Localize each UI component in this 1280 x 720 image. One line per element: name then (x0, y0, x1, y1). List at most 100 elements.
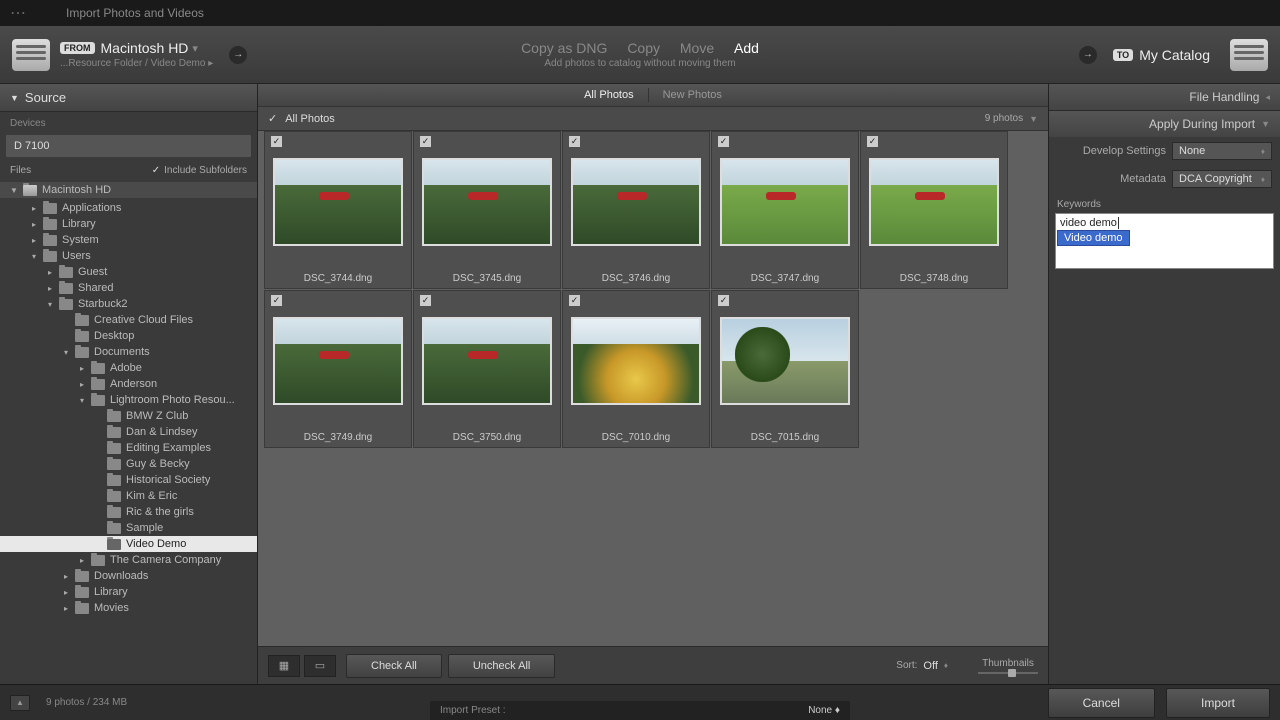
folder-historical-society[interactable]: Historical Society (0, 472, 257, 488)
folder-applications[interactable]: ▸Applications (0, 200, 257, 216)
folder-documents[interactable]: ▾Documents (0, 344, 257, 360)
thumbnail-image[interactable] (571, 317, 701, 405)
cancel-button[interactable]: Cancel (1048, 688, 1155, 718)
disclosure-icon[interactable]: ▼ (10, 186, 18, 195)
select-all-check[interactable]: ✓ (268, 112, 277, 125)
folder-bmw-z-club[interactable]: BMW Z Club (0, 408, 257, 424)
thumbnail-image[interactable] (422, 158, 552, 246)
folder-the-camera-company[interactable]: ▸The Camera Company (0, 552, 257, 568)
disclosure-icon[interactable]: ▸ (78, 556, 86, 565)
thumbnail-image[interactable] (422, 317, 552, 405)
folder-video-demo[interactable]: Video Demo (0, 536, 257, 552)
disclosure-icon[interactable]: ▸ (46, 284, 54, 293)
disclosure-icon[interactable]: ▸ (30, 220, 38, 229)
folder-lightroom-photo-resou-[interactable]: ▾Lightroom Photo Resou... (0, 392, 257, 408)
mode-copy[interactable]: Copy (627, 40, 660, 56)
disclosure-icon[interactable]: ▸ (30, 236, 38, 245)
thumbnail-cell[interactable]: ✓DSC_3744.dng (264, 131, 412, 289)
thumb-checkbox[interactable]: ✓ (569, 295, 580, 306)
disclosure-icon[interactable]: ▾ (46, 300, 54, 309)
thumbnail-cell[interactable]: ✓DSC_7010.dng (562, 290, 710, 448)
sort-value[interactable]: Off (923, 660, 937, 672)
tab-new-photos[interactable]: New Photos (649, 84, 736, 106)
thumbnail-cell[interactable]: ✓DSC_3750.dng (413, 290, 561, 448)
metadata-dropdown[interactable]: DCA Copyright♦ (1172, 170, 1272, 188)
folder-library[interactable]: ▸Library (0, 216, 257, 232)
mode-add[interactable]: Add (734, 40, 759, 56)
thumb-checkbox[interactable]: ✓ (718, 295, 729, 306)
thumbnail-image[interactable] (273, 158, 403, 246)
develop-settings-dropdown[interactable]: None♦ (1172, 142, 1272, 160)
apply-during-import-header[interactable]: Apply During Import ▼ (1049, 110, 1280, 137)
folder-tree[interactable]: ▸Applications▸Library▸System▾Users▸Guest… (0, 198, 257, 684)
disclosure-icon[interactable]: ▸ (78, 364, 86, 373)
folder-creative-cloud-files[interactable]: Creative Cloud Files (0, 312, 257, 328)
folder-adobe[interactable]: ▸Adobe (0, 360, 257, 376)
device-item[interactable]: D 7100 (6, 135, 251, 157)
filter-icon[interactable]: ▼ (1029, 114, 1038, 124)
disclosure-icon[interactable]: ▸ (62, 604, 70, 613)
folder-starbuck2[interactable]: ▾Starbuck2 (0, 296, 257, 312)
folder-kim-eric[interactable]: Kim & Eric (0, 488, 257, 504)
folder-library[interactable]: ▸Library (0, 584, 257, 600)
thumb-checkbox[interactable]: ✓ (420, 295, 431, 306)
thumbnail-cell[interactable]: ✓DSC_7015.dng (711, 290, 859, 448)
folder-users[interactable]: ▾Users (0, 248, 257, 264)
check-all-button[interactable]: Check All (346, 654, 442, 678)
keywords-input[interactable]: video demo Video demo (1055, 213, 1274, 269)
thumb-checkbox[interactable]: ✓ (718, 136, 729, 147)
from-dropdown-icon[interactable]: ▾ (192, 42, 198, 55)
disclosure-icon[interactable]: ▾ (62, 348, 70, 357)
thumbnail-image[interactable] (720, 317, 850, 405)
to-catalog-name[interactable]: My Catalog (1139, 47, 1210, 63)
tab-all-photos[interactable]: All Photos (570, 84, 648, 106)
disclosure-icon[interactable]: ▸ (62, 588, 70, 597)
folder-sample[interactable]: Sample (0, 520, 257, 536)
dest-drive-icon[interactable] (1230, 39, 1268, 71)
disclosure-icon[interactable]: ▸ (78, 380, 86, 389)
from-source-name[interactable]: Macintosh HD (101, 40, 189, 56)
thumbnail-cell[interactable]: ✓DSC_3749.dng (264, 290, 412, 448)
folder-downloads[interactable]: ▸Downloads (0, 568, 257, 584)
thumb-checkbox[interactable]: ✓ (420, 136, 431, 147)
thumbnail-cell[interactable]: ✓DSC_3745.dng (413, 131, 561, 289)
folder-movies[interactable]: ▸Movies (0, 600, 257, 616)
folder-guy-becky[interactable]: Guy & Becky (0, 456, 257, 472)
folder-anderson[interactable]: ▸Anderson (0, 376, 257, 392)
uncheck-all-button[interactable]: Uncheck All (448, 654, 555, 678)
folder-shared[interactable]: ▸Shared (0, 280, 257, 296)
thumbnail-cell[interactable]: ✓DSC_3748.dng (860, 131, 1008, 289)
folder-dan-lindsey[interactable]: Dan & Lindsey (0, 424, 257, 440)
disclosure-icon[interactable]: ▸ (30, 204, 38, 213)
folder-ric-the-girls[interactable]: Ric & the girls (0, 504, 257, 520)
grid-view-button[interactable]: ▦ (268, 655, 300, 677)
expand-button[interactable]: ▲ (10, 695, 30, 711)
preset-value[interactable]: None ♦ (808, 705, 840, 716)
thumbnail-image[interactable] (571, 158, 701, 246)
thumb-checkbox[interactable]: ✓ (271, 136, 282, 147)
thumbnail-image[interactable] (720, 158, 850, 246)
thumbnail-image[interactable] (869, 158, 999, 246)
include-subfolders-label[interactable]: Include Subfolders (164, 165, 247, 176)
thumb-checkbox[interactable]: ✓ (867, 136, 878, 147)
include-subfolders-check[interactable]: ✓ (152, 165, 160, 176)
thumb-checkbox[interactable]: ✓ (569, 136, 580, 147)
disclosure-icon[interactable]: ▾ (78, 396, 86, 405)
disclosure-icon[interactable]: ▸ (46, 268, 54, 277)
thumbnail-cell[interactable]: ✓DSC_3747.dng (711, 131, 859, 289)
thumbnail-cell[interactable]: ✓DSC_3746.dng (562, 131, 710, 289)
from-path[interactable]: ...Resource Folder / Video Demo ▸ (60, 58, 213, 69)
keywords-autocomplete[interactable]: Video demo (1057, 230, 1130, 246)
import-preset-bar[interactable]: Import Preset : None ♦ (430, 701, 850, 720)
folder-guest[interactable]: ▸Guest (0, 264, 257, 280)
source-panel-header[interactable]: ▼ Source (0, 84, 257, 112)
import-button[interactable]: Import (1166, 688, 1270, 718)
file-handling-header[interactable]: File Handling ◂ (1049, 84, 1280, 110)
thumb-checkbox[interactable]: ✓ (271, 295, 282, 306)
keywords-text[interactable]: video demo (1058, 216, 1271, 230)
window-controls[interactable]: ⋯ (10, 3, 26, 23)
thumbnail-image[interactable] (273, 317, 403, 405)
volume-root[interactable]: ▼ Macintosh HD (0, 182, 257, 198)
loupe-view-button[interactable]: ▭ (304, 655, 336, 677)
mode-move[interactable]: Move (680, 40, 714, 56)
